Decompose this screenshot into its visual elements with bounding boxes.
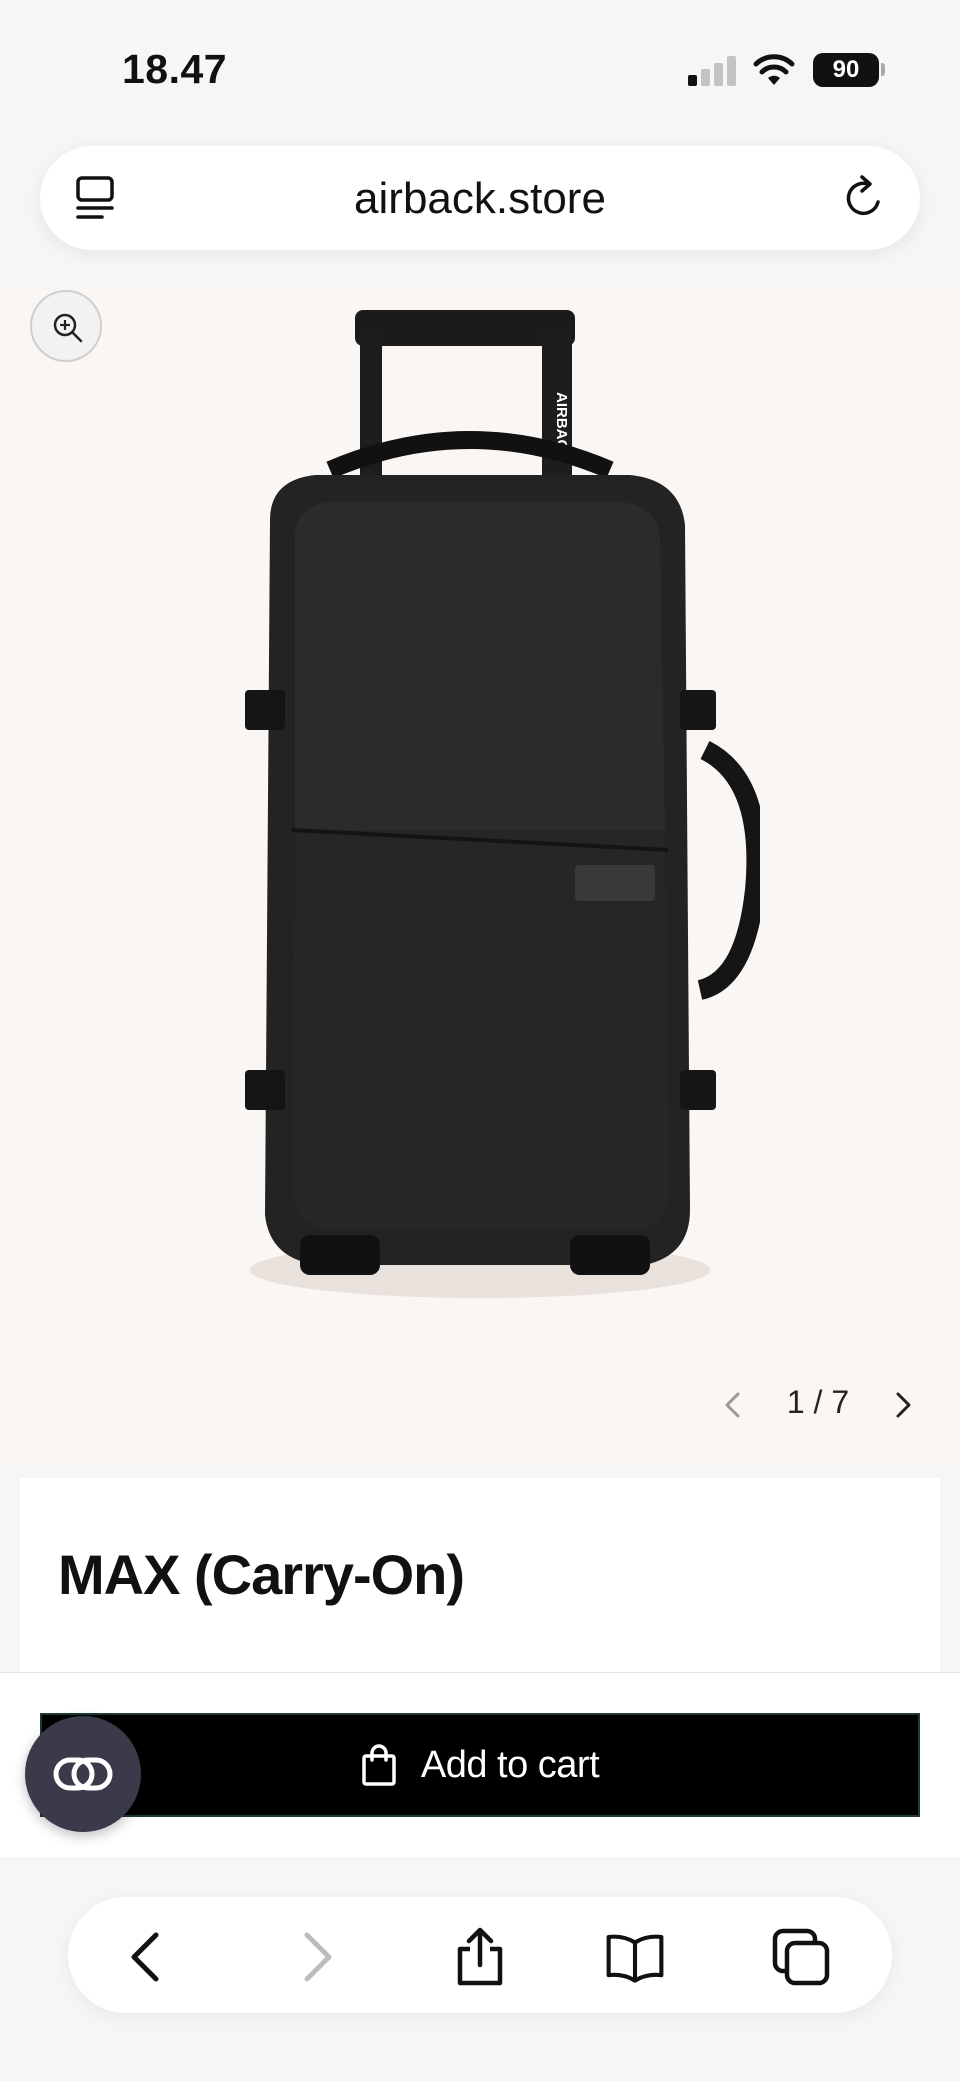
bookmarks-icon[interactable] xyxy=(605,1927,665,1987)
product-title: MAX (Carry-On) xyxy=(58,1543,465,1606)
wifi-icon xyxy=(753,54,795,85)
forward-icon[interactable] xyxy=(285,1927,345,1987)
floating-chat-button[interactable] xyxy=(25,1716,141,1832)
sticky-cart-bar: Add to cart xyxy=(0,1672,960,1857)
product-info-card: MAX (Carry-On) xyxy=(20,1478,940,1678)
product-gallery[interactable]: AIRBACK 1 / 7 xyxy=(0,290,960,1462)
chevron-left-icon[interactable] xyxy=(718,1390,748,1420)
add-to-cart-button[interactable]: Add to cart xyxy=(40,1713,920,1817)
battery-nub xyxy=(881,63,885,76)
chevron-right-icon[interactable] xyxy=(888,1390,918,1420)
gallery-pagination: 1 / 7 xyxy=(718,1380,918,1430)
product-image[interactable]: AIRBACK xyxy=(200,310,760,1310)
status-time: 18.47 xyxy=(122,46,228,92)
cellular-signal-icon xyxy=(688,56,738,86)
address-bar[interactable]: airback.store xyxy=(40,146,920,250)
reload-icon[interactable] xyxy=(838,172,890,224)
browser-page: 18.47 90 airback.store AIRBACK 1 / 7 MAX… xyxy=(0,0,960,2081)
chat-link-icon xyxy=(53,1757,113,1791)
status-bar: 18.47 90 xyxy=(0,0,960,130)
tabs-icon[interactable] xyxy=(771,1927,831,1987)
browser-toolbar-area xyxy=(0,1857,960,2081)
browser-toolbar xyxy=(68,1897,892,2013)
back-icon[interactable] xyxy=(118,1927,178,1987)
zoom-in-icon xyxy=(53,313,83,343)
battery-icon: 90 xyxy=(813,53,879,87)
add-to-cart-label: Add to cart xyxy=(420,1743,600,1786)
url-text[interactable]: airback.store xyxy=(40,174,920,224)
zoom-button[interactable] xyxy=(30,290,102,362)
share-icon[interactable] xyxy=(450,1927,510,1987)
gallery-counter: 1 / 7 xyxy=(786,1384,850,1420)
shopping-bag-icon xyxy=(362,1744,396,1786)
